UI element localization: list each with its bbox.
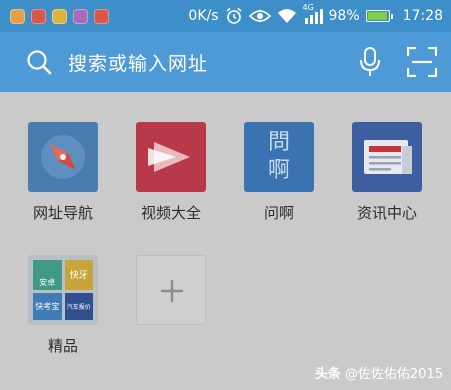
alarm-icon <box>225 7 243 25</box>
scan-icon[interactable] <box>406 46 438 78</box>
wenah-icon-glyph-top: 問 <box>267 130 290 155</box>
watermark: 头条 @佐佐佑佑2015 <box>315 363 443 382</box>
shortcut-label: 问啊 <box>263 204 294 222</box>
folder-app-kuaiya: 快牙 <box>64 260 93 290</box>
shortcut-grid: 网址导航 视频大全 問 啊 问啊 资讯中心 安卓 快牙 快考宝 汽车报价 精品 … <box>0 92 451 390</box>
shortcut-wenah[interactable]: 問 啊 问啊 <box>234 122 324 223</box>
wenah-icon: 問 啊 <box>244 122 314 192</box>
status-bar: 0K/s 4G 98% 17:28 <box>0 0 451 32</box>
notification-app-icon <box>10 8 25 24</box>
network-speed: 0K/s <box>188 8 219 24</box>
compass-icon <box>28 122 98 192</box>
search-bar[interactable]: 搜索或输入网址 <box>0 32 451 92</box>
shortcut-label: 资讯中心 <box>356 204 417 222</box>
shortcut-label: 精品 <box>47 337 78 355</box>
folder-app-car-quote: 汽车报价 <box>64 292 93 320</box>
notification-icons <box>10 8 109 24</box>
clock: 17:28 <box>402 8 443 24</box>
add-shortcut-button[interactable] <box>126 255 216 325</box>
notification-app-icon <box>94 8 109 24</box>
app-folder-icon: 安卓 快牙 快考宝 汽车报价 <box>28 255 98 325</box>
shortcut-boutique-folder[interactable]: 安卓 快牙 快考宝 汽车报价 精品 <box>18 255 108 356</box>
shortcut-label: 网址导航 <box>32 204 93 222</box>
notification-app-icon <box>31 8 46 24</box>
news-icon <box>352 122 422 192</box>
battery-percent: 98% <box>328 8 360 24</box>
watermark-text: @佐佐佑佑2015 <box>344 367 443 382</box>
folder-app-android: 安卓 <box>33 260 62 290</box>
add-icon[interactable] <box>136 255 206 325</box>
shortcut-news-center[interactable]: 资讯中心 <box>342 122 432 223</box>
search-icon[interactable] <box>26 49 52 75</box>
wifi-icon <box>277 8 297 24</box>
video-play-icon <box>136 122 206 192</box>
network-type: 4G <box>302 3 314 12</box>
eye-icon <box>248 8 271 24</box>
shortcut-web-navigation[interactable]: 网址导航 <box>18 122 108 223</box>
shortcut-label: 视频大全 <box>140 204 201 222</box>
watermark-badge: 头条 <box>314 367 341 382</box>
folder-app-kuaikaobao: 快考宝 <box>33 292 62 320</box>
notification-app-icon <box>73 8 88 24</box>
signal-icon: 4G <box>303 3 323 24</box>
wenah-icon-glyph-bottom: 啊 <box>267 158 290 183</box>
battery-icon <box>365 10 393 22</box>
mic-icon[interactable] <box>359 47 381 77</box>
search-input[interactable]: 搜索或输入网址 <box>68 49 359 76</box>
shortcut-videos[interactable]: 视频大全 <box>126 122 216 223</box>
notification-app-icon <box>52 8 67 24</box>
